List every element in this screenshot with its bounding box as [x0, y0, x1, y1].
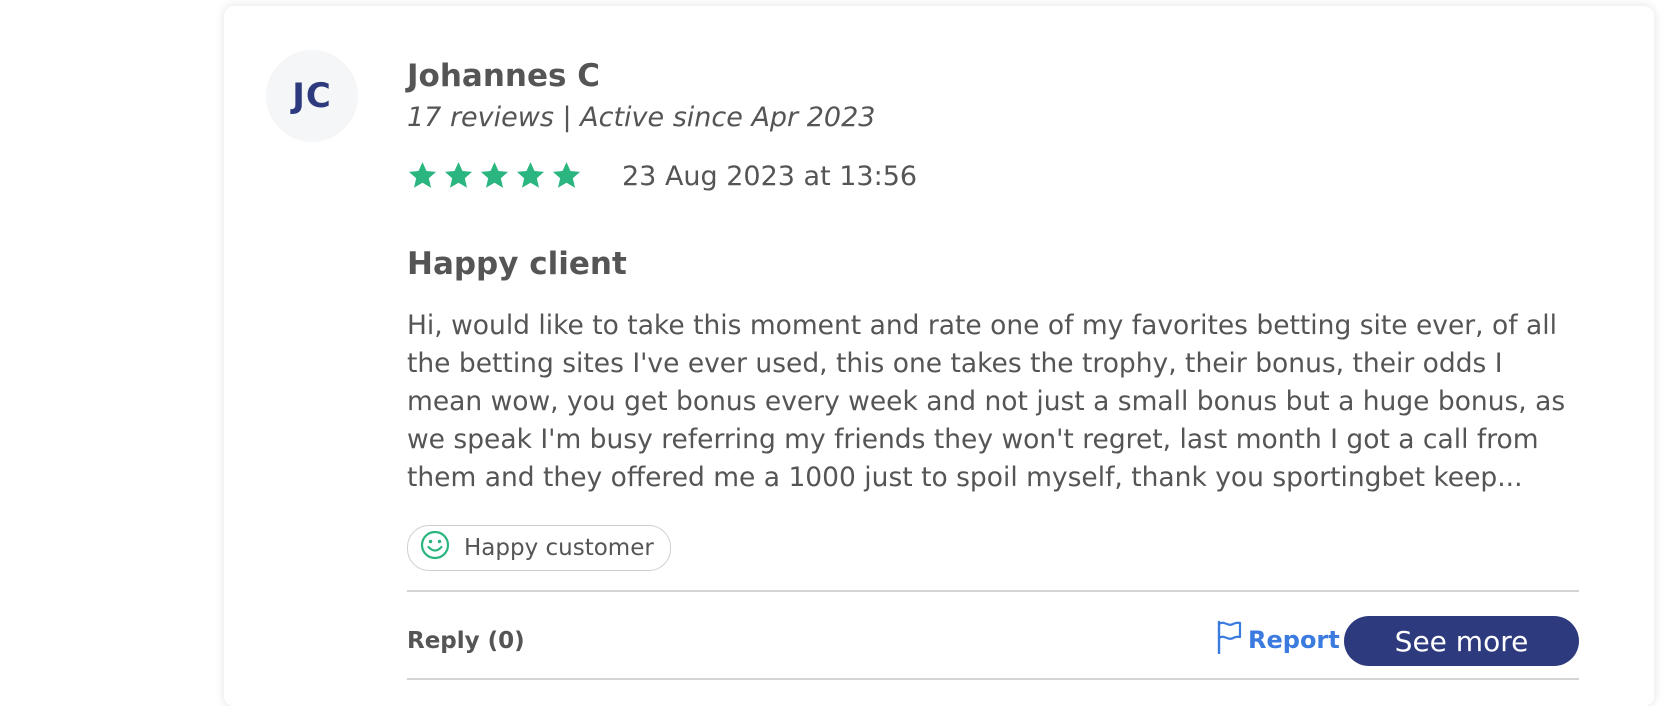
- happy-customer-tag: Happy customer: [407, 525, 671, 571]
- rating-row: 23 Aug 2023 at 13:56: [407, 158, 917, 194]
- reply-button[interactable]: Reply (0): [407, 628, 525, 654]
- star-icon: [407, 161, 438, 191]
- author-name[interactable]: Johannes C: [407, 58, 600, 94]
- avatar: JC: [266, 50, 358, 142]
- report-label: Report: [1248, 626, 1340, 654]
- flag-icon: [1216, 620, 1242, 660]
- review-footer: Reply (0) Report See more: [407, 614, 1579, 666]
- report-button[interactable]: Report: [1216, 620, 1340, 660]
- review-title: Happy client: [407, 246, 627, 282]
- see-more-button[interactable]: See more: [1344, 616, 1579, 666]
- tag-label: Happy customer: [464, 535, 654, 561]
- star-icon: [551, 161, 582, 191]
- divider: [407, 590, 1579, 592]
- star-icon: [479, 161, 510, 191]
- avatar-initials: JC: [292, 76, 332, 116]
- review-body: Hi, would like to take this moment and r…: [407, 310, 1566, 493]
- star-rating: [407, 161, 582, 191]
- author-meta: 17 reviews | Active since Apr 2023: [407, 102, 876, 133]
- review-card: JC Johannes C 17 reviews | Active since …: [224, 6, 1654, 706]
- divider: [407, 678, 1579, 680]
- star-icon: [443, 161, 474, 191]
- review-date: 23 Aug 2023 at 13:56: [622, 160, 918, 192]
- smiley-icon: [420, 530, 450, 566]
- star-icon: [515, 161, 546, 191]
